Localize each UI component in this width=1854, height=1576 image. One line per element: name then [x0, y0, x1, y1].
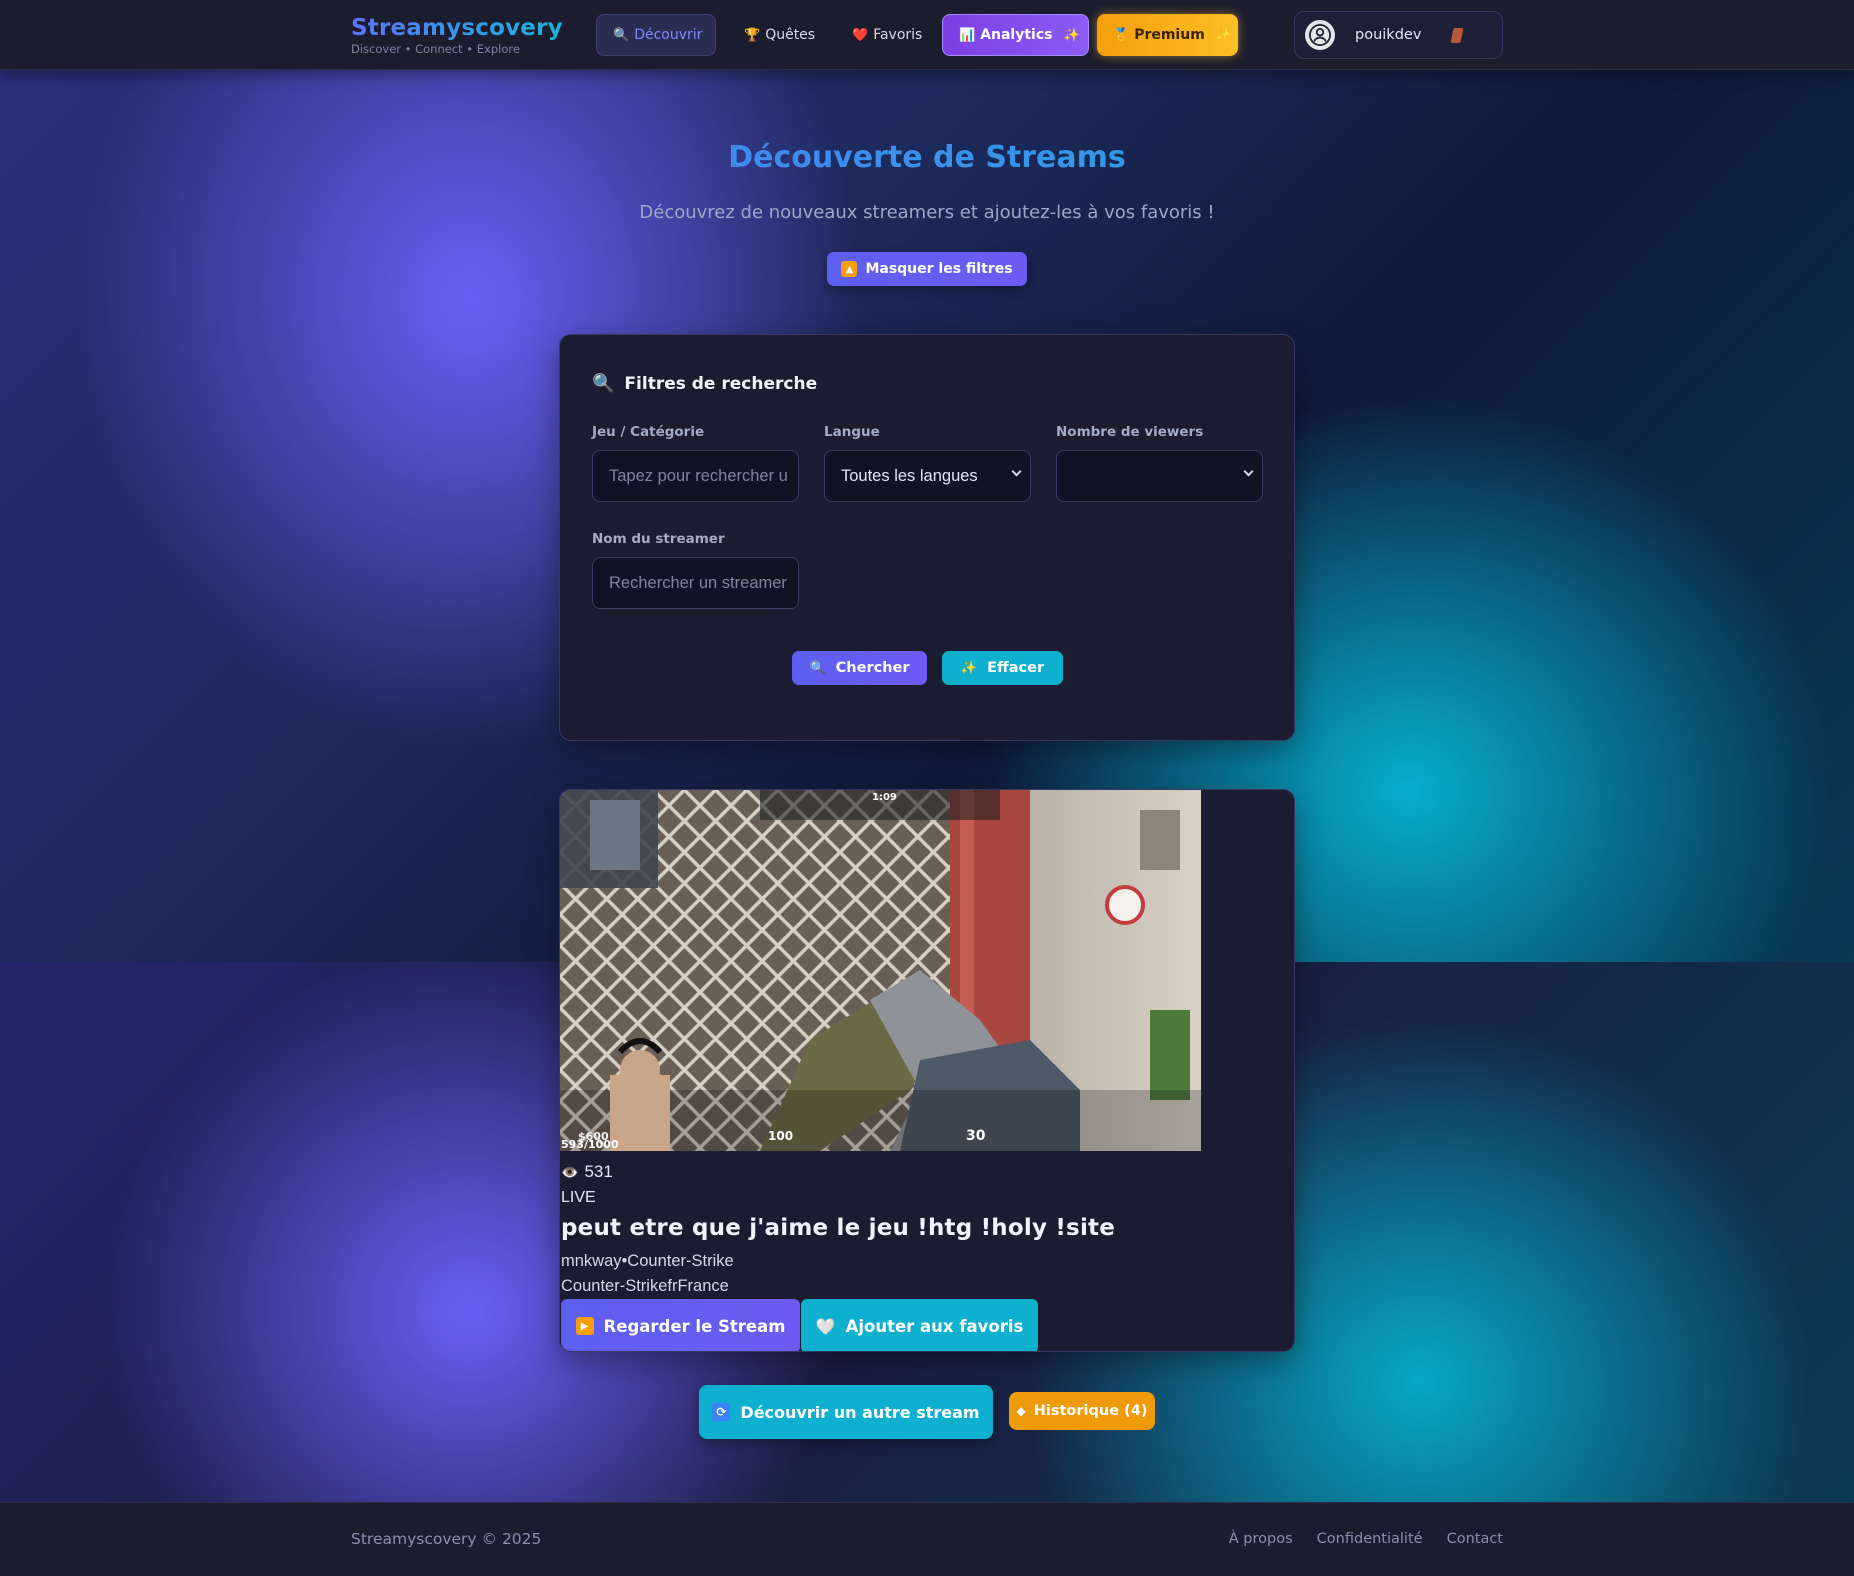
stream-tags: Counter-StrikefrFrance [561, 1277, 729, 1295]
thumbnail-timer: 1:09 [872, 792, 897, 803]
nav-decouvrir[interactable]: 🔍 Découvrir [596, 14, 716, 56]
search-button-label: Chercher [835, 660, 910, 676]
eye-icon: 👁️ [561, 1163, 579, 1180]
nav-quetes[interactable]: 🏆 Quêtes [728, 14, 831, 56]
nav-decouvrir-label: Découvrir [634, 27, 703, 43]
page-subtitle: Découvrez de nouveaux streamers et ajout… [639, 202, 1215, 223]
footer-links: À propos Confidentialité Contact [1229, 1531, 1503, 1547]
sparkle-icon: ✨ [960, 660, 978, 676]
add-favorite-button[interactable]: 🤍 Ajouter aux favoris [801, 1299, 1038, 1351]
footer-link-contact[interactable]: Contact [1447, 1531, 1503, 1547]
nav-analytics-label: Analytics [980, 27, 1053, 43]
search-button[interactable]: 🔍 Chercher [792, 651, 927, 685]
history-label: Historique (4) [1033, 1403, 1148, 1419]
viewer-count: 👁️ 531 [561, 1162, 613, 1182]
streamer-search-input[interactable]: Rechercher un streamer [592, 557, 799, 609]
history-button[interactable]: ◆ Historique (4) [1009, 1392, 1155, 1430]
search-icon: 🔍 [613, 27, 630, 43]
user-menu[interactable]: pouikdev [1294, 11, 1503, 59]
watch-stream-label: Regarder le Stream [603, 1316, 786, 1336]
thumbnail-health: 100 [768, 1129, 794, 1143]
game-label: Jeu / Catégorie [592, 424, 705, 440]
language-select-value: Toutes les langues [841, 466, 978, 485]
streamer-name[interactable]: mnkway [561, 1252, 622, 1270]
refresh-icon: ⟳ [712, 1403, 731, 1421]
clear-button[interactable]: ✨ Effacer [942, 651, 1063, 685]
filters-title-text: Filtres de recherche [624, 373, 818, 394]
stream-card: $600 593/1000 100 30 1:09 👁️ 531 LIVE pe… [559, 789, 1295, 1352]
copyright: Streamyscovery © 2025 [351, 1530, 542, 1548]
nav-favoris[interactable]: ❤️ Favoris [836, 14, 938, 56]
stream-title: peut etre que j'aime le jeu !htg !holy !… [561, 1215, 1116, 1241]
toggle-filters-button[interactable]: ▲ Masquer les filtres [827, 252, 1027, 286]
language-label: Langue [824, 424, 880, 440]
white-heart-icon: 🤍 [815, 1316, 836, 1336]
trophy-icon: 🏆 [744, 27, 761, 43]
sparkle-icon: ✨ [1063, 27, 1080, 43]
search-icon: 🔍 [592, 373, 615, 394]
sparkle-icon: ✨ [1215, 27, 1232, 43]
toggle-filters-label: Masquer les filtres [865, 261, 1013, 277]
stream-meta: mnkway•Counter-Strike [561, 1252, 734, 1271]
brand-tagline: Discover • Connect • Explore [351, 42, 520, 56]
filters-title: 🔍 Filtres de recherche [592, 373, 817, 394]
footer-link-privacy[interactable]: Confidentialité [1317, 1531, 1423, 1547]
add-favorite-label: Ajouter aux favoris [845, 1316, 1024, 1336]
up-arrow-icon: ▲ [841, 261, 858, 277]
clear-button-label: Effacer [987, 660, 1045, 676]
nav-analytics[interactable]: 📊 Analytics ✨ [942, 14, 1089, 56]
nav-favoris-label: Favoris [873, 27, 923, 43]
play-icon: ▶ [575, 1317, 594, 1335]
thumbnail-ammo: 30 [966, 1128, 986, 1144]
brand-logo[interactable]: Streamyscovery Discover • Connect • Expl… [351, 15, 563, 56]
filters-panel: 🔍 Filtres de recherche Jeu / Catégorie T… [559, 334, 1295, 741]
game-name: Counter-Strike [627, 1252, 734, 1270]
search-icon: 🔍 [809, 660, 826, 676]
viewer-count-value: 531 [584, 1162, 613, 1181]
history-icon: ◆ [1016, 1404, 1026, 1418]
language-select[interactable]: Toutes les langues [824, 450, 1031, 502]
nav-premium-label: Premium [1134, 27, 1205, 43]
footer-link-about[interactable]: À propos [1229, 1531, 1293, 1547]
game-search-input[interactable]: Tapez pour rechercher u [592, 450, 799, 502]
chevron-down-icon [1243, 466, 1254, 477]
live-badge: LIVE [561, 1189, 596, 1206]
discover-another-button[interactable]: ⟳ Découvrir un autre stream [699, 1385, 993, 1439]
chevron-down-icon [1011, 466, 1022, 477]
footer: Streamyscovery © 2025 À propos Confident… [0, 1502, 1854, 1576]
logout-icon[interactable] [1450, 27, 1464, 43]
avatar[interactable] [1305, 20, 1335, 50]
heart-icon: ❤️ [852, 27, 869, 43]
username: pouikdev [1355, 27, 1422, 43]
medal-icon: 🏅 [1113, 27, 1130, 43]
thumbnail-goal: 593/1000 [561, 1138, 619, 1151]
nav-quetes-label: Quêtes [765, 27, 816, 43]
page-title: Découverte de Streams [0, 140, 1854, 175]
discover-another-label: Découvrir un autre stream [740, 1402, 980, 1422]
nav-premium[interactable]: 🏅 Premium ✨ [1097, 14, 1238, 56]
streamer-label: Nom du streamer [592, 531, 725, 547]
bar-chart-icon: 📊 [959, 27, 976, 43]
top-navbar: Streamyscovery Discover • Connect • Expl… [0, 0, 1854, 70]
stream-thumbnail[interactable]: $600 593/1000 100 30 1:09 [560, 790, 1201, 1151]
user-icon [1309, 24, 1331, 46]
watch-stream-button[interactable]: ▶ Regarder le Stream [561, 1299, 800, 1351]
brand-name: Streamyscovery [351, 15, 563, 41]
stream-thumbnail-image [560, 790, 1201, 1151]
viewers-select[interactable] [1056, 450, 1263, 502]
viewers-label: Nombre de viewers [1056, 424, 1204, 440]
